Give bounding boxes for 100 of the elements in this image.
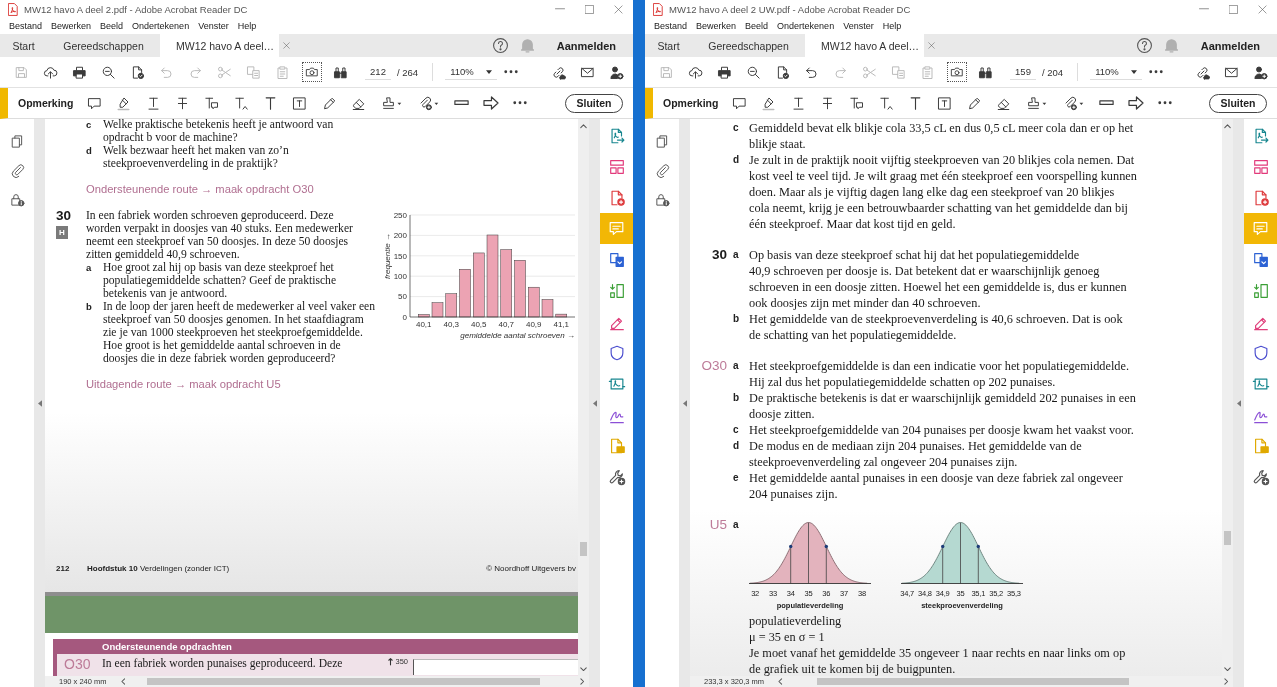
menu-item[interactable]: Help bbox=[882, 21, 902, 31]
scroll-up-icon[interactable] bbox=[580, 124, 587, 129]
more-icon[interactable] bbox=[1149, 70, 1164, 74]
person-plus-icon[interactable] bbox=[1253, 64, 1268, 80]
menu-item[interactable]: Ondertekenen bbox=[132, 21, 190, 31]
zoom-dropdown[interactable]: 110% bbox=[1090, 64, 1142, 80]
scroll-right-icon[interactable] bbox=[579, 678, 584, 685]
highlighter-icon[interactable] bbox=[116, 95, 132, 111]
menu-item[interactable]: Bewerken bbox=[696, 21, 737, 31]
replace-text-icon[interactable] bbox=[849, 95, 865, 111]
zoom-dropdown[interactable]: 110% bbox=[445, 64, 497, 80]
text-box-icon[interactable] bbox=[292, 95, 308, 111]
document-check-icon[interactable] bbox=[130, 64, 145, 80]
tab[interactable]: Gereedschappen bbox=[47, 34, 160, 57]
left-triangle-icon[interactable] bbox=[1236, 399, 1241, 407]
print-icon[interactable] bbox=[717, 64, 732, 80]
print-icon[interactable] bbox=[72, 64, 87, 80]
scroll-down-icon[interactable] bbox=[1224, 666, 1231, 671]
stamp-icon[interactable] bbox=[380, 95, 402, 111]
paperclip-icon[interactable] bbox=[654, 163, 670, 178]
left-triangle-icon[interactable] bbox=[682, 399, 687, 407]
undo-icon[interactable] bbox=[804, 64, 819, 80]
help-icon[interactable] bbox=[492, 38, 508, 53]
menu-item[interactable]: Beeld bbox=[100, 21, 124, 31]
zoom-out-icon[interactable] bbox=[746, 64, 761, 80]
cloud-upload-icon[interactable] bbox=[43, 64, 58, 80]
stamp-icon[interactable] bbox=[1025, 95, 1047, 111]
more-icon[interactable] bbox=[513, 101, 528, 105]
sign-in-link[interactable]: Aanmelden bbox=[1200, 39, 1260, 52]
scroll-right-icon[interactable] bbox=[1223, 678, 1228, 685]
replace-text-icon[interactable] bbox=[204, 95, 220, 111]
left-triangle-icon[interactable] bbox=[592, 399, 597, 407]
menu-item[interactable]: Help bbox=[237, 21, 257, 31]
menu-item[interactable]: Bewerken bbox=[51, 21, 92, 31]
scrollbar-thumb[interactable] bbox=[580, 542, 587, 557]
close-icon[interactable] bbox=[1258, 4, 1267, 14]
organize-pages-icon[interactable] bbox=[1251, 157, 1270, 176]
menu-item[interactable]: Venster bbox=[198, 21, 229, 31]
document-check-icon[interactable] bbox=[775, 64, 790, 80]
page-number-field[interactable]: 212 bbox=[365, 64, 391, 80]
compress-icon[interactable] bbox=[1251, 281, 1270, 300]
binoculars-icon[interactable] bbox=[978, 64, 993, 80]
camera-icon[interactable] bbox=[301, 62, 322, 82]
page-number-field[interactable]: 159 bbox=[1010, 64, 1036, 80]
pages-icon[interactable] bbox=[9, 134, 25, 149]
left-triangle-icon[interactable] bbox=[37, 399, 42, 407]
more-icon[interactable] bbox=[504, 70, 519, 74]
insert-text-icon[interactable] bbox=[233, 95, 249, 111]
highlighter-icon[interactable] bbox=[761, 95, 777, 111]
scroll-down-icon[interactable] bbox=[580, 666, 587, 671]
menu-item[interactable]: Bestand bbox=[654, 21, 688, 31]
speech-bubble-icon[interactable] bbox=[732, 95, 748, 111]
link-cloud-icon[interactable] bbox=[1195, 64, 1210, 80]
text-icon[interactable] bbox=[264, 96, 276, 110]
scrollbar-thumb[interactable] bbox=[816, 678, 1129, 685]
more-icon[interactable] bbox=[1158, 101, 1173, 105]
pencil-icon[interactable] bbox=[966, 95, 982, 111]
vertical-scrollbar[interactable] bbox=[578, 119, 589, 676]
zoom-out-icon[interactable] bbox=[101, 64, 116, 80]
menu-item[interactable]: Bestand bbox=[9, 21, 43, 31]
close-icon[interactable] bbox=[614, 4, 623, 14]
person-plus-icon[interactable] bbox=[609, 64, 624, 80]
scroll-left-icon[interactable] bbox=[120, 678, 126, 685]
underline-text-icon[interactable] bbox=[790, 95, 806, 111]
lock-info-icon[interactable] bbox=[9, 192, 25, 207]
wrench-plus-icon[interactable] bbox=[1251, 467, 1270, 486]
binoculars-icon[interactable] bbox=[333, 64, 348, 80]
pages-icon[interactable] bbox=[654, 134, 670, 149]
close-button[interactable]: Sluiten bbox=[565, 93, 623, 113]
scrollbar-thumb[interactable] bbox=[1224, 531, 1231, 546]
combine-files-icon[interactable] bbox=[1251, 250, 1270, 269]
menu-item[interactable]: Venster bbox=[843, 21, 874, 31]
underline-text-icon[interactable] bbox=[145, 95, 161, 111]
text-box-icon[interactable] bbox=[937, 95, 953, 111]
insert-text-icon[interactable] bbox=[878, 95, 894, 111]
pencil-icon[interactable] bbox=[321, 95, 337, 111]
menu-item[interactable]: Beeld bbox=[745, 21, 769, 31]
wrench-plus-icon[interactable] bbox=[607, 467, 626, 486]
scroll-up-icon[interactable] bbox=[1224, 124, 1231, 129]
text-icon[interactable] bbox=[909, 96, 921, 110]
tab[interactable]: Gereedschappen bbox=[692, 34, 805, 57]
maximize-icon[interactable] bbox=[585, 4, 594, 14]
tab[interactable]: Start bbox=[645, 34, 692, 57]
arrow-right-icon[interactable] bbox=[1127, 96, 1144, 110]
speech-bubble-icon[interactable] bbox=[87, 95, 103, 111]
sign-in-link[interactable]: Aanmelden bbox=[556, 39, 616, 52]
cloud-upload-icon[interactable] bbox=[688, 64, 703, 80]
vertical-scrollbar[interactable] bbox=[1222, 119, 1233, 676]
scroll-left-icon[interactable] bbox=[778, 678, 783, 685]
link-cloud-icon[interactable] bbox=[551, 64, 566, 80]
camera-icon[interactable] bbox=[946, 62, 967, 82]
tab[interactable]: Start bbox=[0, 34, 47, 57]
lock-info-icon[interactable] bbox=[654, 192, 670, 207]
organize-pages-icon[interactable] bbox=[607, 157, 626, 176]
menu-item[interactable]: Ondertekenen bbox=[777, 21, 835, 31]
help-icon[interactable] bbox=[1136, 38, 1152, 53]
close-button[interactable]: Sluiten bbox=[1209, 93, 1267, 113]
maximize-icon[interactable] bbox=[1229, 4, 1238, 14]
compress-icon[interactable] bbox=[607, 281, 626, 300]
paperclip-icon[interactable] bbox=[9, 163, 25, 178]
